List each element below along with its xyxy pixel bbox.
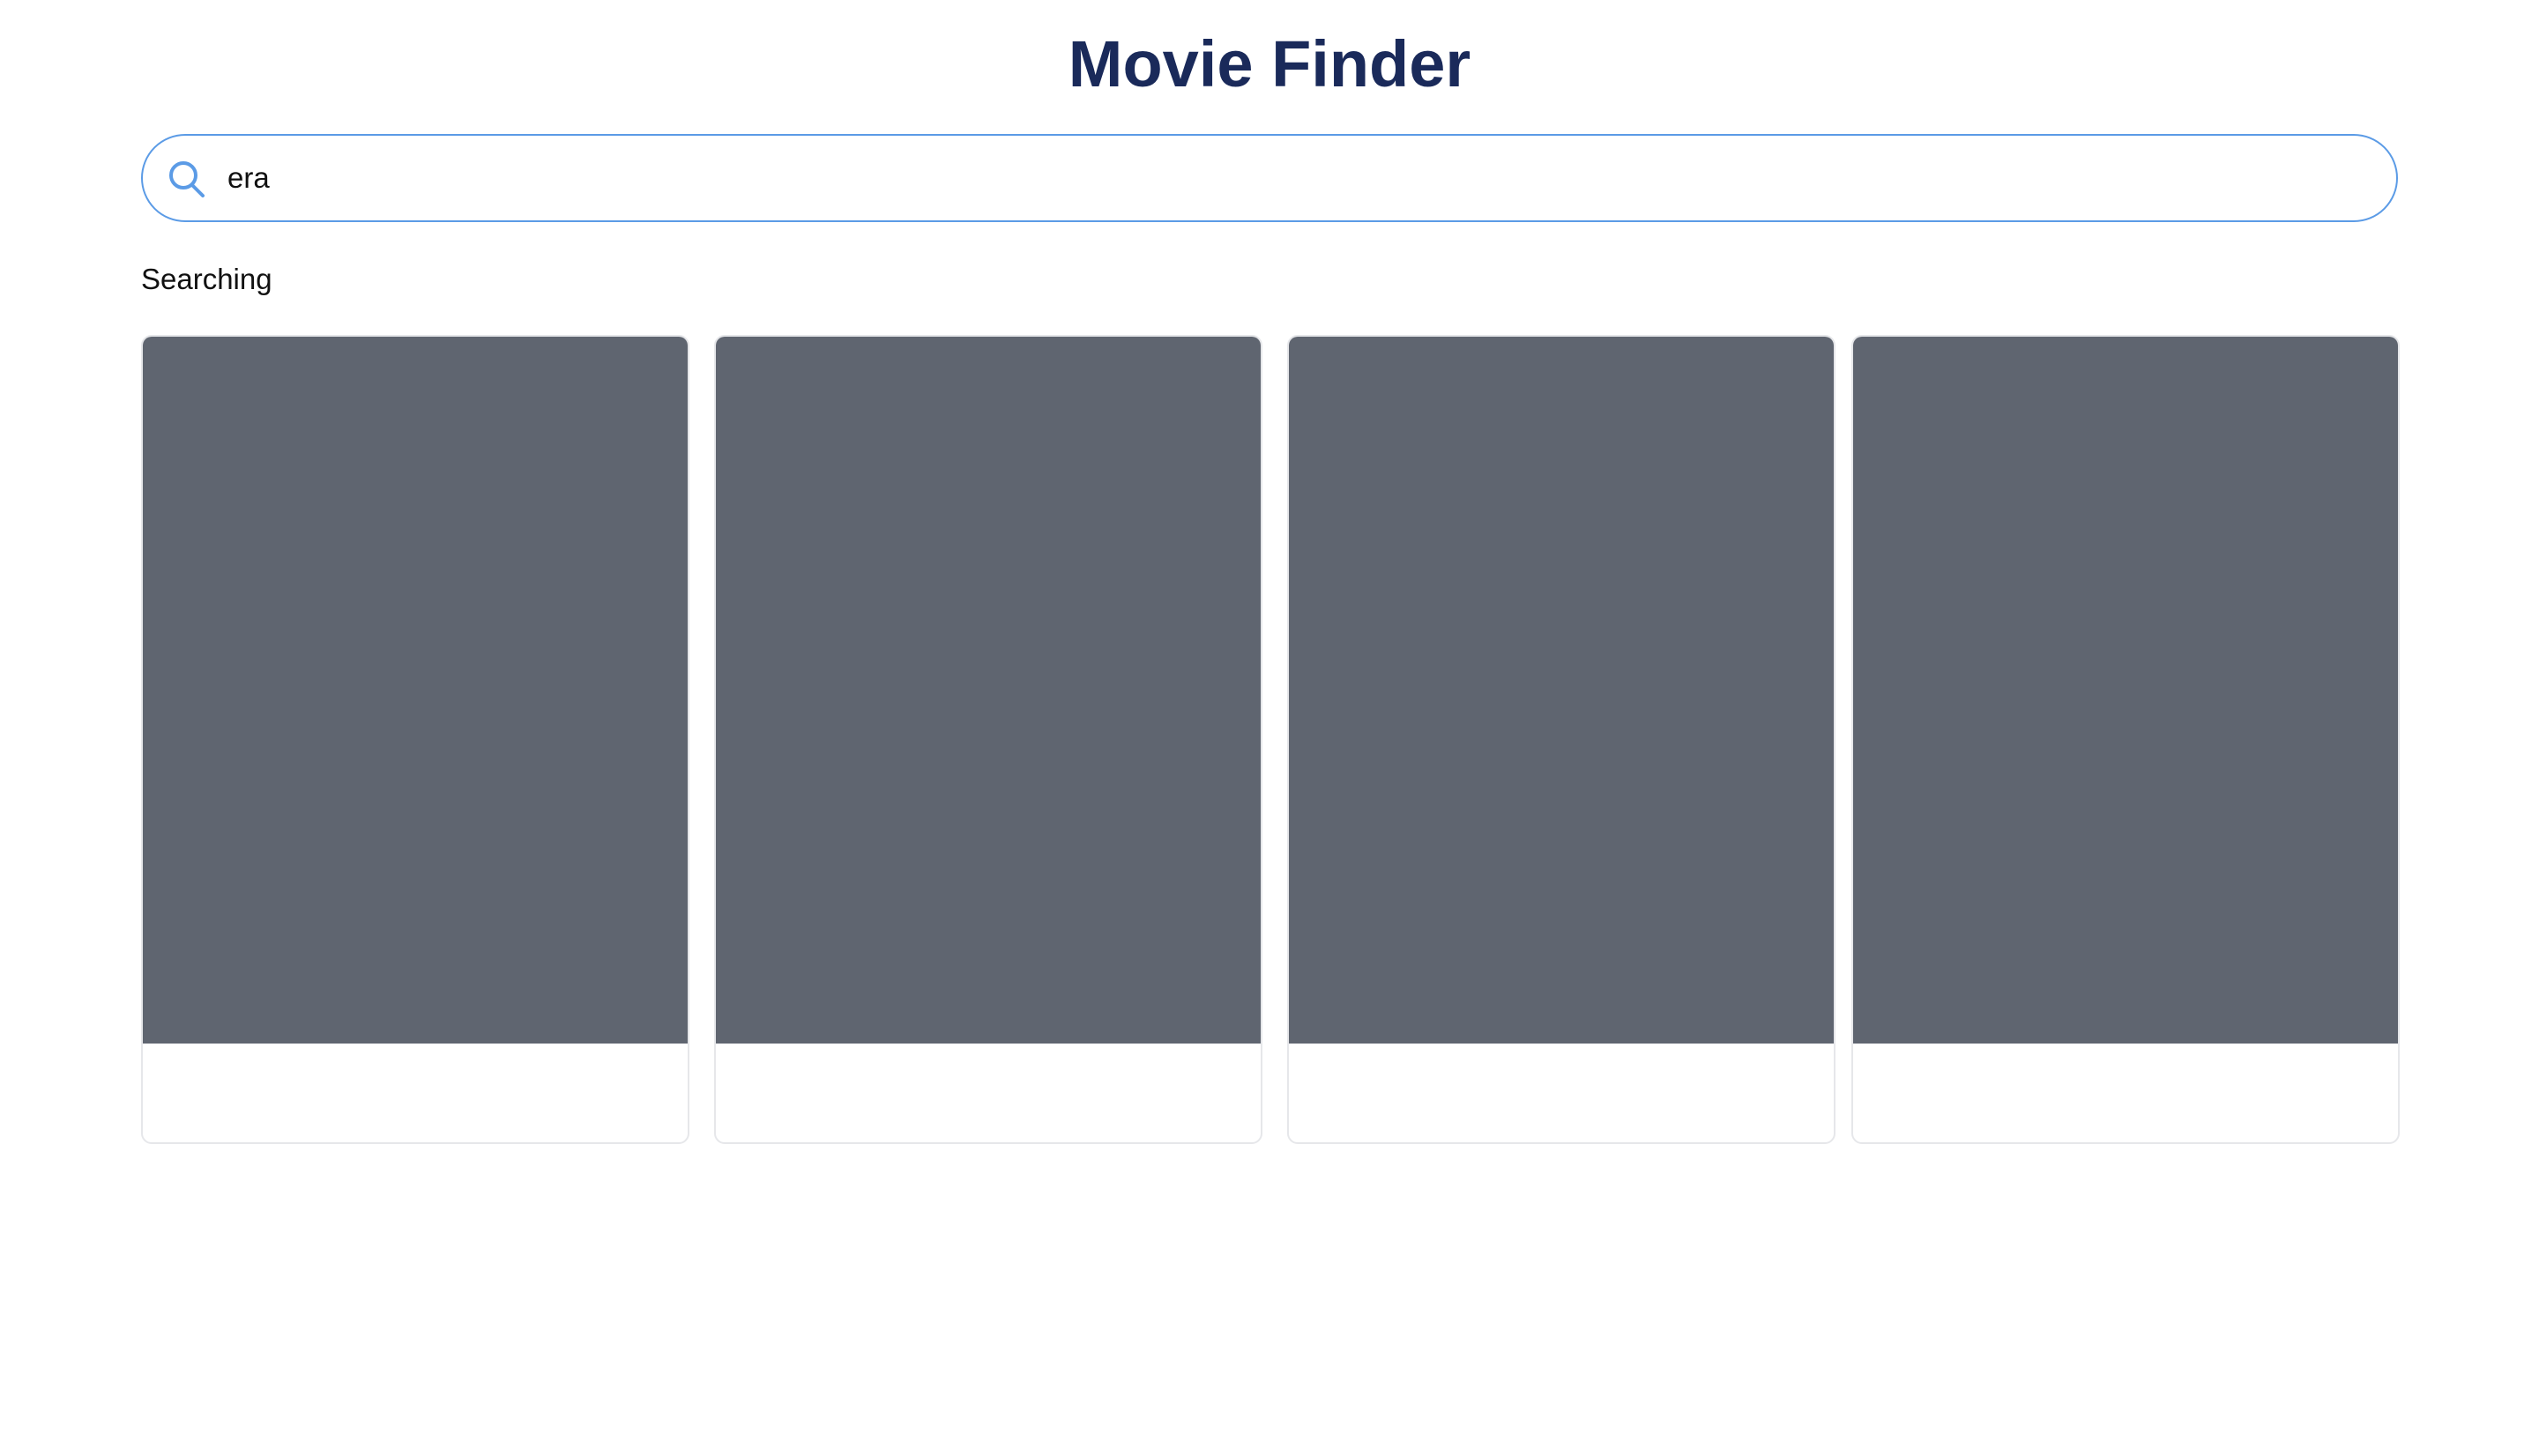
poster-placeholder (1289, 337, 1834, 1044)
search-icon (166, 159, 208, 201)
movie-finder-app: Movie Finder Searching (0, 0, 2539, 1456)
movie-title (1310, 1065, 1816, 1118)
page-title: Movie Finder (1068, 27, 1471, 100)
results-grid (141, 335, 2400, 1144)
poster-placeholder (143, 337, 688, 1044)
movie-card[interactable] (1287, 335, 1835, 1144)
movie-card[interactable] (714, 335, 1262, 1144)
movie-card[interactable] (141, 335, 689, 1144)
search-input[interactable] (227, 136, 2379, 220)
search-status-text: Searching (141, 263, 272, 295)
search-box[interactable] (141, 134, 2398, 222)
movie-title (737, 1065, 1243, 1118)
movie-title (1874, 1065, 2380, 1118)
poster-placeholder (716, 337, 1261, 1044)
movie-title (164, 1065, 670, 1118)
poster-placeholder (1853, 337, 2398, 1044)
movie-card[interactable] (1851, 335, 2400, 1144)
